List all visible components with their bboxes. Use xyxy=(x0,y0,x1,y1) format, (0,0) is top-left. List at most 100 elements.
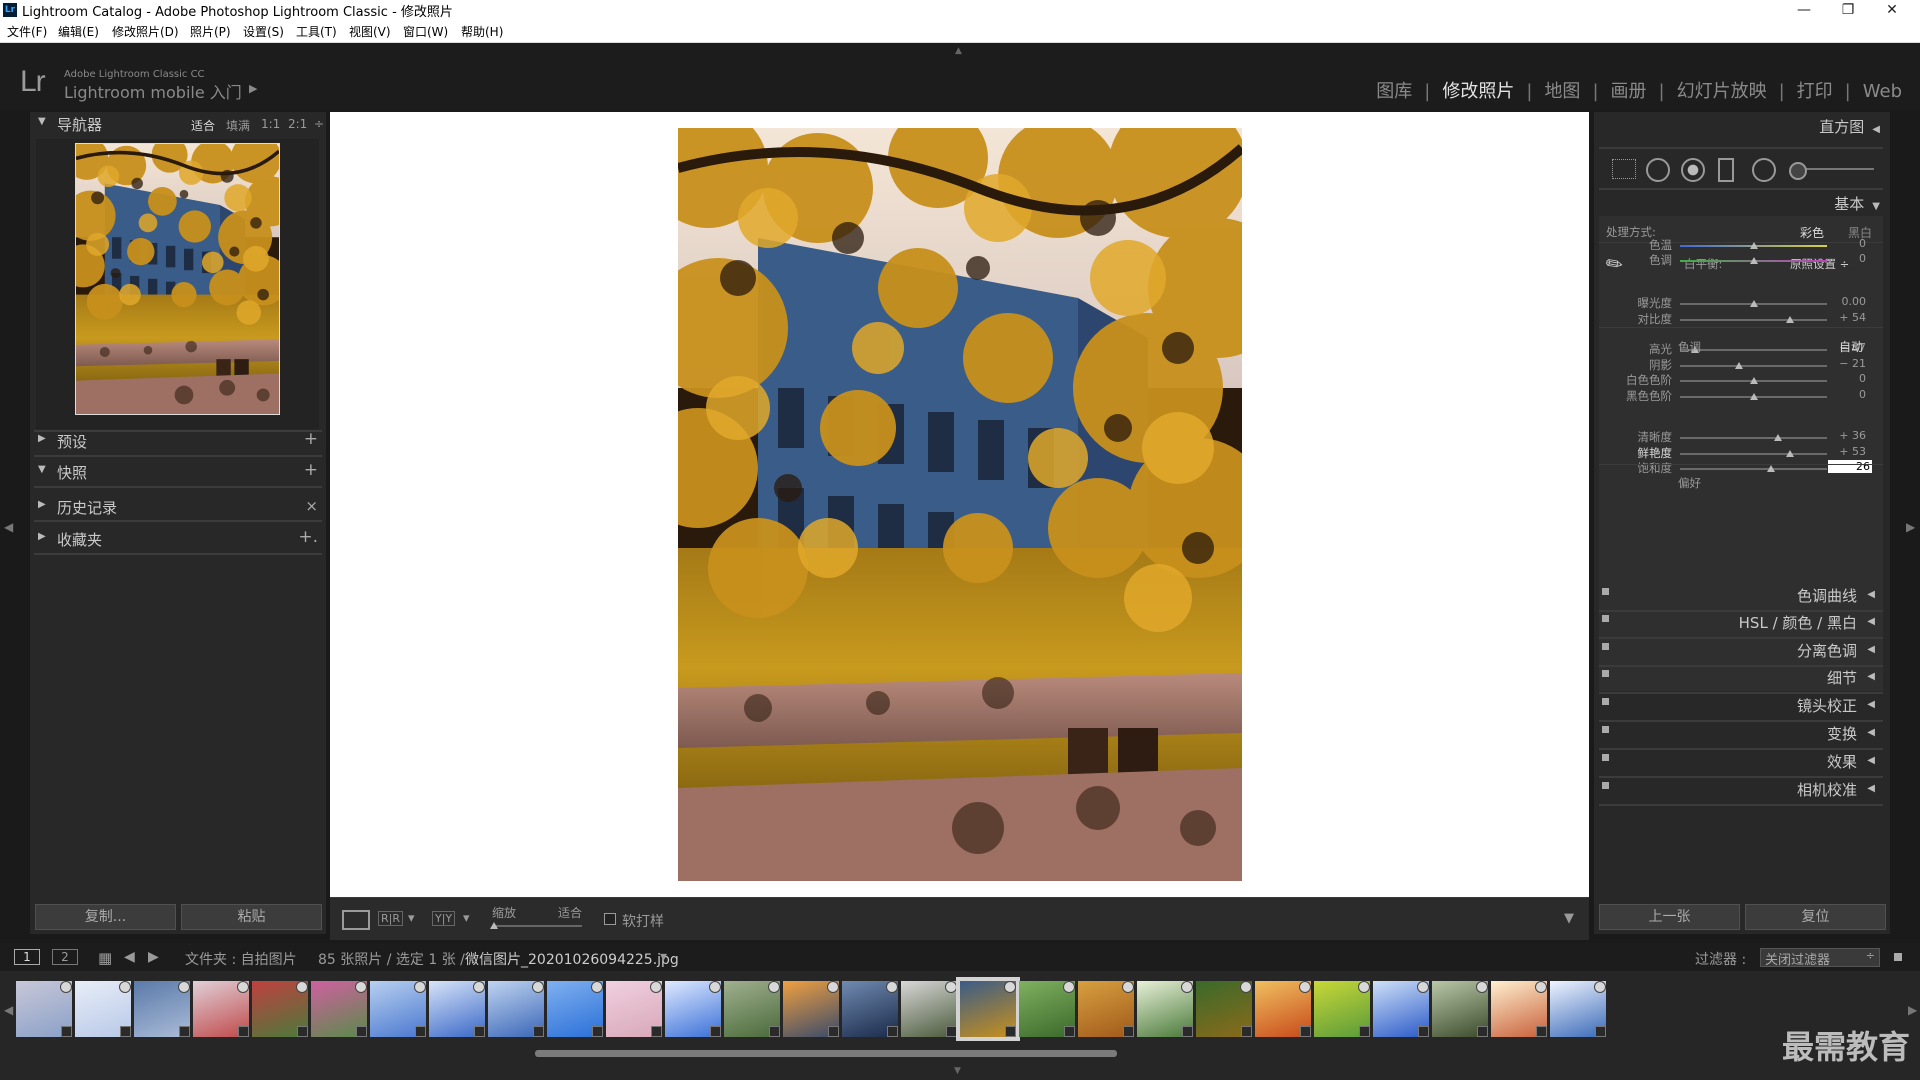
slider-thumb[interactable] xyxy=(1749,392,1758,400)
panel-header-1[interactable]: HSL / 颜色 / 黑白 ◀ xyxy=(1599,609,1883,639)
filmstrip-thumbnail[interactable] xyxy=(425,977,489,1041)
module-3[interactable]: 画册 xyxy=(1611,81,1647,102)
slider-thumb[interactable] xyxy=(1749,242,1758,249)
menu-window[interactable]: 窗口(W) xyxy=(403,23,448,40)
copy-settings-button[interactable]: 复制... xyxy=(35,904,176,930)
filter-select[interactable]: 关闭过滤器 ÷ xyxy=(1760,948,1880,968)
filmstrip-thumbnail[interactable] xyxy=(720,977,784,1041)
panel-header-3[interactable]: 细节 ◀ xyxy=(1599,664,1883,694)
collections-header[interactable]: ▶ 收藏夹 +. xyxy=(30,527,326,551)
filmstrip-thumbnail[interactable] xyxy=(1015,977,1079,1041)
minimize-button[interactable]: — xyxy=(1782,0,1826,20)
slider-thumb[interactable] xyxy=(1774,434,1783,441)
primary-window-button[interactable]: 1 xyxy=(14,949,40,965)
slider-thumb[interactable] xyxy=(1734,361,1743,369)
navigator-header[interactable]: ▼ 导航器 适合 填满 1:1 2:1 ÷ xyxy=(30,112,326,136)
slider-track[interactable] xyxy=(1680,349,1827,351)
graduated-filter-icon[interactable] xyxy=(1718,158,1734,182)
slider-track[interactable] xyxy=(1680,319,1827,321)
add-preset-icon[interactable]: + xyxy=(304,429,318,449)
zoom-slider-thumb[interactable] xyxy=(490,922,498,929)
filmstrip-scroll-right-icon[interactable]: ▶ xyxy=(1908,1003,1917,1017)
main-photo[interactable] xyxy=(678,128,1242,881)
menu-develop[interactable]: 修改照片(D) xyxy=(112,23,179,40)
nav-2to1-option[interactable]: 2:1 xyxy=(288,117,307,131)
module-0[interactable]: 图库 xyxy=(1376,81,1412,102)
nav-1to1-option[interactable]: 1:1 xyxy=(261,117,280,131)
red-eye-icon[interactable] xyxy=(1681,158,1705,182)
navigator-thumbnail[interactable] xyxy=(75,143,280,415)
slider-value[interactable]: 0.00 xyxy=(1826,295,1867,308)
collapse-bottom-icon[interactable]: ▼ xyxy=(954,1066,961,1076)
filmstrip-thumbnail[interactable] xyxy=(130,977,194,1041)
auto-tone-button[interactable]: 自动 xyxy=(1839,338,1863,355)
filmstrip-thumbnail[interactable] xyxy=(1428,977,1492,1041)
radial-filter-icon[interactable] xyxy=(1752,158,1776,182)
basic-header[interactable]: 基本 ▼ xyxy=(1834,193,1880,214)
forward-arrow-icon[interactable]: ▶ xyxy=(148,949,159,965)
slider-track[interactable] xyxy=(1680,468,1827,470)
nav-zoom-stepper-icon[interactable]: ÷ xyxy=(314,117,324,131)
filmstrip-thumbnail[interactable] xyxy=(1192,977,1256,1041)
panel-header-5[interactable]: 变换 ◀ xyxy=(1599,720,1883,750)
panel-toggle-switch[interactable] xyxy=(1602,588,1609,595)
slider-value[interactable]: 0 xyxy=(1826,237,1866,250)
selected-filename[interactable]: 微信图片_20201026094225.jpg xyxy=(465,949,679,969)
menu-settings[interactable]: 设置(S) xyxy=(243,23,284,40)
brand-title[interactable]: Lightroom mobile 入门 xyxy=(64,79,242,103)
filmstrip-thumbnail[interactable] xyxy=(12,977,76,1041)
histogram-header[interactable]: 直方图 ◀ xyxy=(1819,116,1880,137)
filmstrip-thumbnail[interactable] xyxy=(366,977,430,1041)
treatment-color-option[interactable]: 彩色 xyxy=(1800,224,1824,241)
menu-file[interactable]: 文件(F) xyxy=(7,23,47,40)
nav-fit-option[interactable]: 适合 xyxy=(191,117,215,134)
slider-value[interactable]: 26 xyxy=(1828,460,1872,473)
add-collection-icon[interactable]: +. xyxy=(298,527,318,547)
filmstrip-thumbnail[interactable] xyxy=(484,977,548,1041)
filmstrip-thumbnail[interactable] xyxy=(71,977,135,1041)
menu-tools[interactable]: 工具(T) xyxy=(296,23,337,40)
module-4[interactable]: 幻灯片放映 xyxy=(1677,81,1767,102)
slider-value[interactable]: + 36 xyxy=(1826,429,1866,442)
slider-thumb[interactable] xyxy=(1749,300,1758,307)
panel-header-0[interactable]: 色调曲线 ◀ xyxy=(1599,582,1883,612)
collapse-left-icon[interactable]: ◀ xyxy=(4,520,13,534)
spot-removal-icon[interactable] xyxy=(1646,158,1670,182)
filmstrip-thumbnail[interactable] xyxy=(1369,977,1433,1041)
module-6[interactable]: Web xyxy=(1863,81,1902,102)
filmstrip-thumbnail[interactable] xyxy=(838,977,902,1041)
before-after-dropdown-icon[interactable]: ▾ xyxy=(408,911,415,926)
snapshots-header[interactable]: ▼ 快照 + xyxy=(30,460,326,484)
paste-settings-button[interactable]: 粘贴 xyxy=(181,904,322,930)
panel-toggle-switch[interactable] xyxy=(1602,698,1609,705)
filmstrip-thumbnail[interactable] xyxy=(1310,977,1374,1041)
previous-button[interactable]: 上一张 xyxy=(1599,904,1740,930)
menu-photo[interactable]: 照片(P) xyxy=(190,23,231,40)
slider-value[interactable]: + 54 xyxy=(1826,311,1866,324)
zoom-slider[interactable] xyxy=(492,925,582,927)
filmstrip-thumbnail[interactable] xyxy=(1251,977,1315,1041)
module-2[interactable]: 地图 xyxy=(1544,81,1580,102)
clear-history-icon[interactable]: × xyxy=(305,497,318,515)
panel-header-7[interactable]: 相机校准 ◀ xyxy=(1599,776,1883,806)
crop-overlay-icon[interactable] xyxy=(1612,159,1636,179)
presets-header[interactable]: ▶ 预设 + xyxy=(30,429,326,453)
adjustment-brush-icon[interactable] xyxy=(1789,162,1807,180)
filmstrip-scrollbar[interactable] xyxy=(535,1050,1117,1057)
before-after-lr-icon[interactable]: R|R xyxy=(378,911,403,926)
panel-toggle-switch[interactable] xyxy=(1602,643,1609,650)
panel-toggle-switch[interactable] xyxy=(1602,670,1609,677)
maximize-button[interactable]: ❐ xyxy=(1826,0,1870,20)
menu-view[interactable]: 视图(V) xyxy=(349,23,391,40)
filename-dropdown-icon[interactable]: ▾ xyxy=(660,949,667,965)
slider-value[interactable]: 0 xyxy=(1826,372,1866,385)
filmstrip-thumbnail[interactable] xyxy=(307,977,371,1041)
slider-track[interactable] xyxy=(1680,437,1827,439)
toolbar-menu-icon[interactable]: ▼ xyxy=(1564,911,1574,926)
slider-track[interactable] xyxy=(1680,364,1827,367)
slider-thumb[interactable] xyxy=(1767,465,1776,472)
slider-track[interactable] xyxy=(1680,452,1827,455)
slider-value[interactable]: + 53 xyxy=(1826,445,1866,458)
module-5[interactable]: 打印 xyxy=(1797,81,1833,102)
slider-thumb[interactable] xyxy=(1786,449,1795,457)
